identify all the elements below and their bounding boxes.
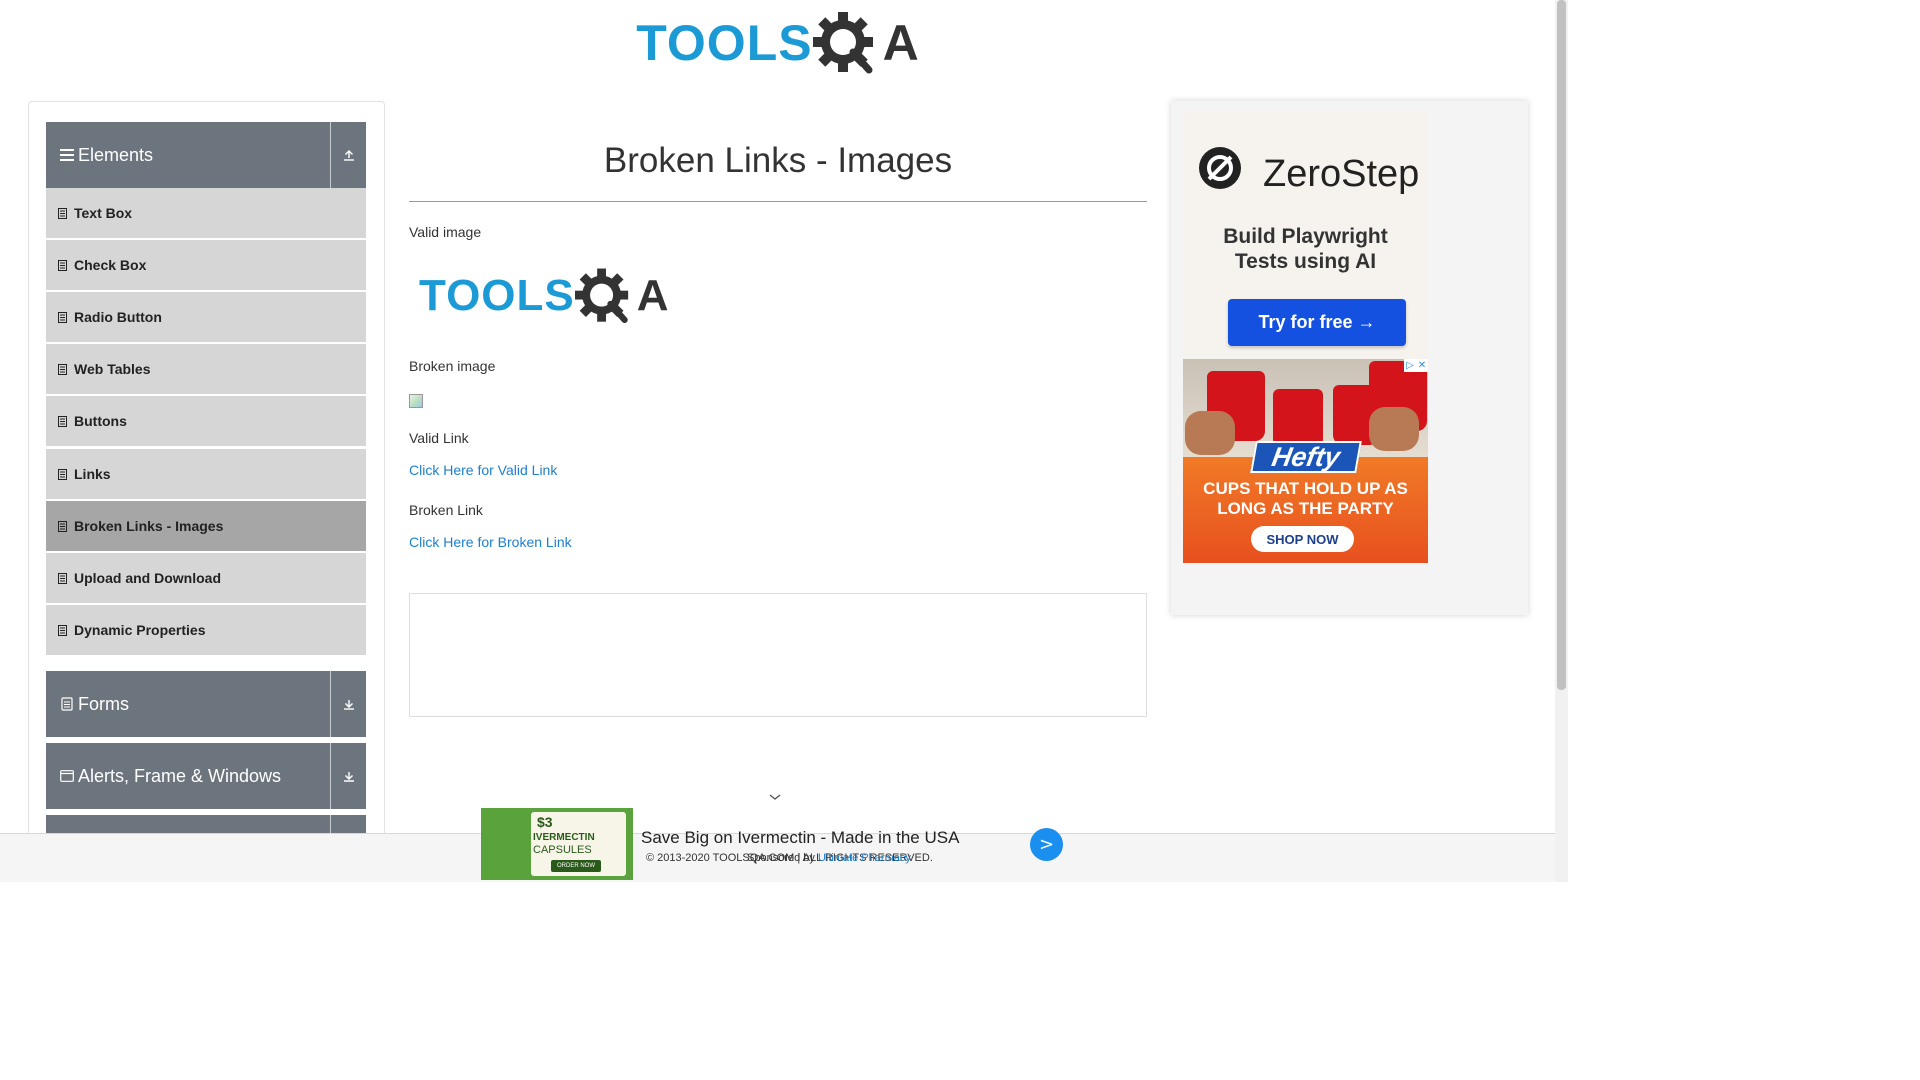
list-icon: [58, 520, 68, 532]
logo-text: TOOLS: [636, 15, 813, 71]
main-content: Broken Links - Images Valid image TOOLS: [409, 101, 1147, 717]
ivermectin-ad-image[interactable]: $3 IVERMECTIN CAPSULES ORDER NOW: [481, 808, 633, 880]
hand-image: [1369, 407, 1419, 451]
window-icon: [60, 770, 74, 782]
sidebar-item-upload-and-download[interactable]: Upload and Download: [46, 553, 366, 604]
sidebar-item-web-tables[interactable]: Web Tables: [46, 344, 366, 395]
scrollbar[interactable]: [1555, 0, 1568, 882]
scrollbar-thumb[interactable]: [1557, 0, 1566, 690]
sidebar-item-links[interactable]: Links: [46, 449, 366, 500]
shop-now-button[interactable]: SHOP NOW: [1251, 526, 1354, 552]
sidebar-item-label: Web Tables: [74, 361, 151, 377]
valid-image-logo-suffix: A: [636, 271, 669, 320]
sidebar-item-label: Buttons: [74, 413, 127, 429]
ad-sponsored-by: Sponsored by: [747, 852, 818, 864]
toolsqa-logo[interactable]: TOOLS A: [636, 12, 919, 74]
group-header-forms[interactable]: Forms: [46, 671, 366, 737]
hand-image: [1185, 411, 1235, 455]
list-icon: [58, 311, 68, 323]
hefty-ad[interactable]: Hefty CUPS THAT HOLD UP AS LONG AS THE P…: [1183, 359, 1428, 563]
ad-sponsor-line: Sponsored by Ultimate Pharmacy: [747, 852, 911, 864]
ad-thumb-cta: ORDER NOW: [551, 860, 601, 872]
group-header-elements[interactable]: Elements: [46, 122, 366, 188]
sidebar-item-label: Dynamic Properties: [74, 622, 206, 638]
expand-icon[interactable]: [330, 743, 366, 809]
valid-image-label: Valid image: [409, 224, 482, 240]
sidebar-item-label: Links: [74, 466, 111, 482]
ad-go-button[interactable]: >: [1030, 828, 1063, 861]
hamburger-icon: [60, 149, 74, 161]
list-icon: [58, 259, 68, 271]
sidebar-item-radio-button[interactable]: Radio Button: [46, 292, 366, 343]
hefty-tagline-line1: CUPS THAT HOLD UP AS: [1203, 479, 1408, 498]
group-header-label: Elements: [78, 144, 154, 165]
broken-link[interactable]: Click Here for Broken Link: [409, 534, 572, 550]
list-icon: [58, 624, 68, 636]
sidebar-item-check-box[interactable]: Check Box: [46, 240, 366, 291]
valid-image-logo-text: TOOLS: [419, 271, 575, 320]
sidebar-item-label: Check Box: [74, 257, 147, 273]
ad-sponsor-name[interactable]: Ultimate Pharmacy: [818, 852, 911, 864]
ad-bottom[interactable]: $3 IVERMECTIN CAPSULES ORDER NOW Save Bi…: [481, 808, 1081, 882]
gear-magnifier-icon: [812, 12, 873, 74]
hefty-tagline: CUPS THAT HOLD UP AS LONG AS THE PARTY: [1183, 479, 1428, 520]
try-for-free-button[interactable]: Try for free →: [1228, 299, 1406, 346]
valid-link[interactable]: Click Here for Valid Link: [409, 462, 557, 478]
sidebar-item-text-box[interactable]: Text Box: [46, 188, 366, 239]
expand-icon[interactable]: [330, 671, 366, 737]
broken-link-label: Broken Link: [409, 502, 483, 518]
page-title: Broken Links - Images: [603, 141, 953, 180]
logo-suffix: A: [882, 15, 919, 71]
chevron-down-icon[interactable]: [768, 792, 782, 802]
ad-thumb-form: CAPSULES: [533, 844, 592, 856]
sidebar-item-dynamic-properties[interactable]: Dynamic Properties: [46, 605, 366, 656]
zerostep-subtitle-line1: Build Playwright: [1223, 225, 1388, 248]
sidebar-item-label: Radio Button: [74, 309, 162, 325]
sidebar-item-broken-links-images[interactable]: Broken Links - Images: [46, 501, 366, 552]
form-icon: [60, 697, 74, 711]
broken-image-label: Broken image: [409, 358, 496, 374]
hefty-logo: Hefty: [1250, 441, 1362, 473]
valid-image: TOOLS A: [419, 266, 669, 326]
ad-thumb-product: IVERMECTIN: [533, 832, 595, 843]
ad-placeholder-box: [409, 593, 1147, 717]
collapse-icon[interactable]: [330, 122, 366, 188]
ad-right[interactable]: ZeroStep Build Playwright Tests using AI…: [1171, 101, 1528, 615]
zerostep-logo-icon: [1199, 147, 1241, 189]
list-icon: [58, 207, 68, 219]
red-cup-image: [1273, 389, 1323, 449]
page: TOOLS A Elements Text Box Check Box Radi…: [0, 0, 1568, 882]
hefty-tagline-line2: LONG AS THE PARTY: [1217, 499, 1394, 519]
pill-box-image: $3 IVERMECTIN CAPSULES ORDER NOW: [531, 812, 626, 876]
list-icon: [58, 415, 68, 427]
zerostep-brand: ZeroStep: [1263, 153, 1420, 195]
zerostep-ad[interactable]: ZeroStep Build Playwright Tests using AI…: [1183, 111, 1428, 359]
ad-thumb-price: $3: [537, 814, 553, 830]
group-header-alerts-frame-windows[interactable]: Alerts, Frame & Windows: [46, 743, 366, 809]
sidebar-item-label: Broken Links - Images: [74, 518, 224, 534]
sidebar: Elements Text Box Check Box Radio Button…: [28, 101, 385, 861]
adchoices-badge[interactable]: ▷ ✕: [1404, 359, 1428, 372]
logo-qa: A: [812, 12, 919, 74]
group-header-label: Forms: [78, 693, 129, 714]
close-icon[interactable]: ✕: [1416, 359, 1428, 372]
title-divider: [409, 201, 1147, 202]
ad-headline[interactable]: Save Big on Ivermectin - Made in the USA: [641, 828, 959, 848]
list-icon: [58, 363, 68, 375]
zerostep-subtitle-line2: Tests using AI: [1234, 250, 1377, 274]
adchoices-icon[interactable]: ▷: [1404, 359, 1416, 372]
list-icon: [58, 468, 68, 480]
group-header-label: Alerts, Frame & Windows: [78, 765, 282, 786]
sidebar-item-label: Text Box: [74, 205, 133, 221]
list-icon: [58, 572, 68, 584]
sidebar-item-buttons[interactable]: Buttons: [46, 396, 366, 447]
broken-image-icon: [409, 394, 423, 408]
zerostep-subtitle: Build Playwright Tests using AI: [1183, 224, 1428, 274]
header: TOOLS A: [0, 0, 1555, 90]
valid-link-label: Valid Link: [409, 430, 469, 446]
gear-magnifier-icon: [574, 268, 628, 324]
sidebar-item-label: Upload and Download: [74, 570, 221, 586]
